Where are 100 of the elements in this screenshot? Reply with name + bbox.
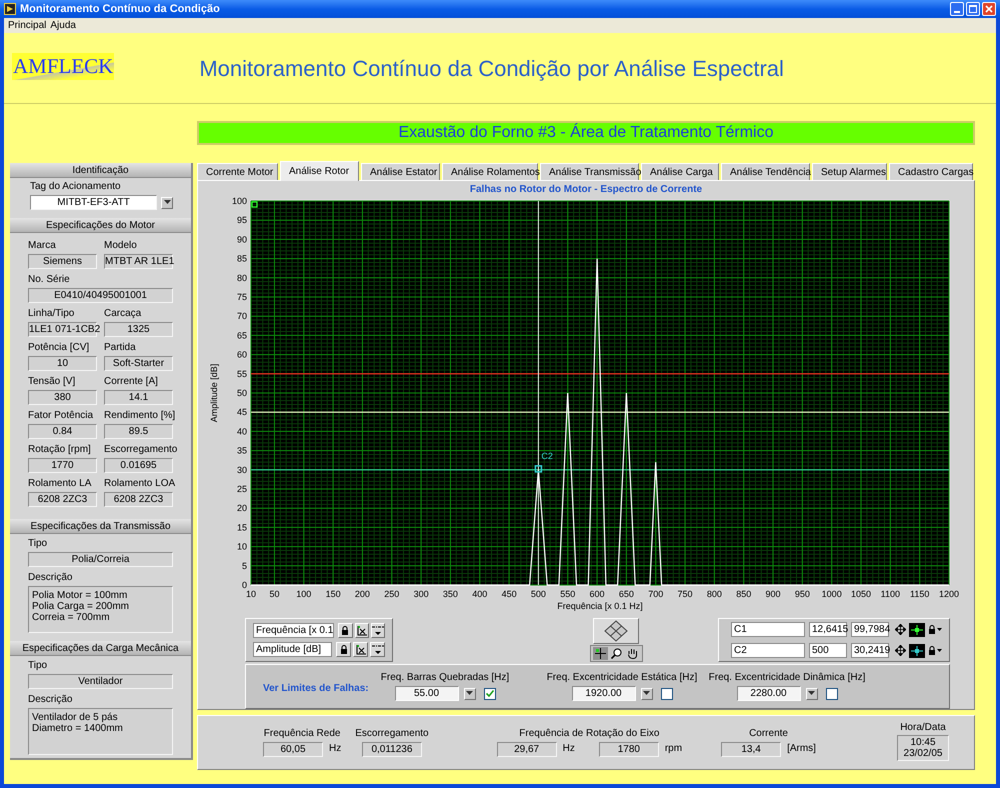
maximize-icon <box>969 5 977 13</box>
cursor-marker[interactable] <box>251 201 258 208</box>
input-field[interactable]: C1 <box>731 622 805 637</box>
hand-icon <box>626 648 638 659</box>
field-label: Rendimento [%] <box>104 410 173 422</box>
field-value: Polia/Correia <box>28 552 173 567</box>
field-value: MTBT AR 1LE1 <box>104 254 173 269</box>
input-field[interactable]: MITBT-EF3-ATT <box>30 195 158 210</box>
checkbox[interactable] <box>826 688 838 700</box>
field-label: Freq. Excentricidade Estática [Hz] <box>546 672 698 684</box>
dropdown-arrow-icon <box>466 691 473 696</box>
checkmark-icon <box>486 690 494 697</box>
axis-tick-label: 20 <box>236 503 247 514</box>
lock-icon <box>928 646 936 655</box>
field-label: Rolamento LA <box>28 478 92 490</box>
field-value: Ventilador <box>28 674 173 689</box>
field-label: Linha/Tipo <box>28 308 76 320</box>
field-label: Rotação [rpm] <box>28 444 92 456</box>
field-label: Partida <box>104 342 137 354</box>
axis-tick-label: 1050 <box>851 589 872 599</box>
field-label: Descrição <box>28 572 74 584</box>
axis-tick-label: 5 <box>242 560 247 571</box>
tab[interactable]: Corrente Motor <box>197 163 278 180</box>
cursor-line[interactable] <box>538 200 539 586</box>
field-value: 6208 2ZC3 <box>28 492 97 507</box>
input-field[interactable]: Amplitude [dB] <box>253 642 332 657</box>
input-field[interactable]: 500 <box>809 643 847 658</box>
maximize-button[interactable] <box>966 2 980 16</box>
dropdown-arrow-icon <box>936 649 942 652</box>
tab[interactable]: Análise Tendência <box>721 163 810 180</box>
lock-button[interactable] <box>926 644 943 658</box>
input-field[interactable]: 30,2419 <box>851 643 889 658</box>
section-header: Especificações da Carga Mecânica <box>10 641 191 656</box>
checkbox[interactable] <box>660 688 672 700</box>
section-header: Especificações da Transmissão <box>10 519 191 534</box>
axis-tick-label: 15 <box>236 522 247 532</box>
tab[interactable]: Análise Estator <box>361 163 440 180</box>
tab[interactable]: Setup Alarmes <box>812 163 887 180</box>
autoscale-button[interactable] <box>353 642 368 657</box>
axis-tick-label: 35 <box>236 446 247 456</box>
axis-tick-label: 95 <box>236 215 247 226</box>
section-header: Identificação <box>10 163 191 178</box>
date-value: 23/02/05 <box>904 748 942 759</box>
menu-item[interactable]: Principal <box>6 18 48 33</box>
field-value: 380 <box>28 390 97 405</box>
axis-tick-label: 650 <box>618 589 634 599</box>
axis-tick-label: 30 <box>236 464 247 475</box>
dropdown-button[interactable] <box>464 688 476 700</box>
field-label: Tag do Acionamento <box>30 181 122 193</box>
lock-button[interactable] <box>336 642 352 657</box>
cursor-tool-button[interactable] <box>592 647 608 660</box>
move-cursor-button[interactable] <box>893 644 908 658</box>
lock-button[interactable] <box>926 622 943 636</box>
dropdown-button[interactable] <box>806 688 818 700</box>
field-value: 1325 <box>104 322 173 337</box>
input-field[interactable]: C2 <box>731 643 805 658</box>
minimize-button[interactable] <box>950 2 964 16</box>
field-label: Corrente <box>749 728 788 740</box>
axis-scale-icon <box>356 626 367 636</box>
axis-tick-label: 60 <box>236 350 247 360</box>
tab[interactable]: Análise Transmissão <box>540 163 639 180</box>
dropdown-button[interactable] <box>161 196 173 208</box>
axis-tick-label: 0 <box>242 580 247 590</box>
field-value: E0410/40495001001 <box>28 288 173 303</box>
field-label: Rolamento LOA <box>104 478 173 490</box>
tab[interactable]: Análise Carga <box>641 163 719 180</box>
axis-tick-label: 1100 <box>880 589 900 599</box>
pan-pad-button[interactable] <box>593 618 639 644</box>
tab[interactable]: Análise Rotor <box>280 161 359 181</box>
checkbox[interactable] <box>484 688 496 700</box>
cursor-marker[interactable] <box>534 465 542 473</box>
tab[interactable]: Cadastro Cargas <box>889 163 973 180</box>
chart-title: Falhas no Rotor do Motor - Espectro de Corrente <box>468 183 704 196</box>
menu-item[interactable]: Ajuda <box>48 18 78 33</box>
input-field[interactable]: 1920.00 <box>572 686 636 701</box>
autoscale-button[interactable] <box>354 623 369 638</box>
close-button[interactable] <box>982 2 996 16</box>
axis-tick-label: 25 <box>236 484 247 494</box>
field-label: Frequência de Rotação do Eixo <box>519 728 660 740</box>
dropdown-button[interactable] <box>640 688 652 700</box>
field-label: No. Série <box>28 274 71 286</box>
field-label: Tensão [V] <box>28 376 76 388</box>
format-button[interactable] <box>370 623 386 638</box>
lock-button[interactable] <box>338 623 353 638</box>
axis-tick-label: 700 <box>648 589 664 599</box>
zoom-tool-button[interactable] <box>608 647 624 660</box>
input-field[interactable]: 99,7984 <box>851 622 889 637</box>
field-value: 6208 2ZC3 <box>104 492 173 507</box>
dropdown-arrow-icon <box>808 691 815 696</box>
dropdown-arrow-icon <box>643 691 650 696</box>
unit-label: rpm <box>664 742 682 755</box>
direction-pad-icon <box>604 620 628 642</box>
format-button[interactable] <box>370 642 386 657</box>
input-field[interactable]: 2280.00 <box>736 686 800 701</box>
field-value: 10 <box>28 356 97 371</box>
tab[interactable]: Análise Rolamentos <box>442 163 538 180</box>
input-field[interactable]: 55.00 <box>394 686 458 701</box>
input-field[interactable]: Frequência [x 0.1 <box>253 623 334 638</box>
input-field[interactable]: 12,6415 <box>809 622 847 637</box>
move-cursor-button[interactable] <box>893 622 908 636</box>
